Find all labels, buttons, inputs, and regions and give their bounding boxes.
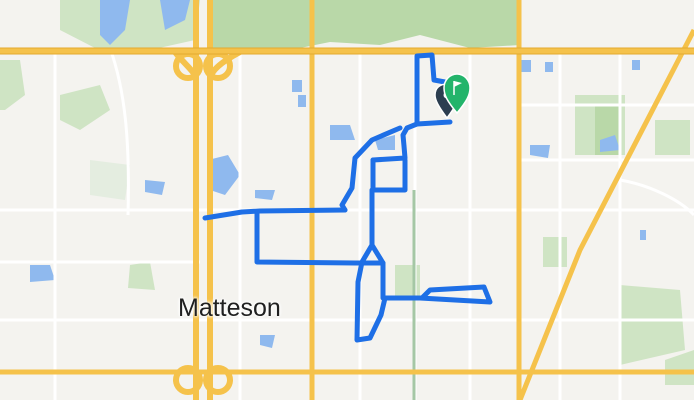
- town-label: Matteson: [178, 294, 281, 322]
- map-view[interactable]: Matteson: [0, 0, 694, 400]
- map-canvas[interactable]: [0, 0, 694, 400]
